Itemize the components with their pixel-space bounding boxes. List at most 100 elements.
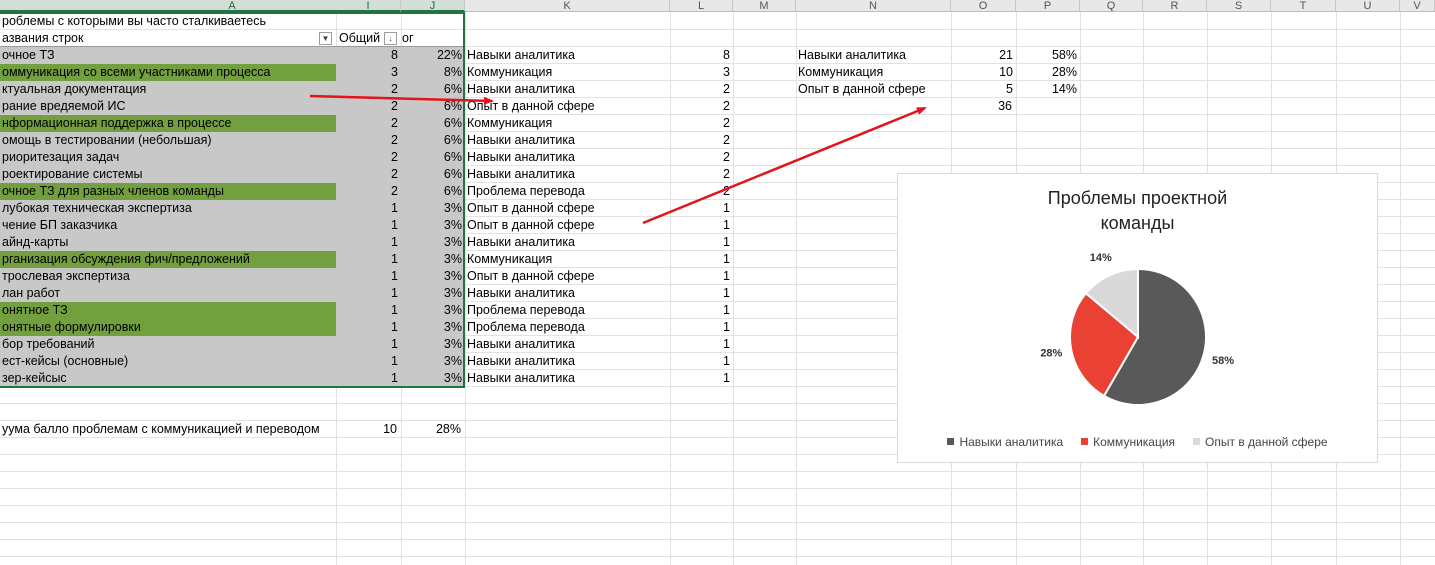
category-value[interactable]: 2 [670, 132, 733, 149]
pivot-row-pct[interactable]: 8% [401, 64, 465, 81]
category-label[interactable]: Опыт в данной сфере [465, 268, 670, 285]
legend-item[interactable]: Коммуникация [1081, 435, 1175, 449]
pivot-row-count[interactable]: 1 [336, 319, 401, 336]
column-header-m[interactable]: M [733, 0, 796, 12]
summary-pct[interactable]: 58% [1016, 47, 1080, 64]
category-label[interactable]: Коммуникация [465, 64, 670, 81]
category-value[interactable]: 1 [670, 336, 733, 353]
category-value[interactable]: 1 [670, 200, 733, 217]
pivot-row-pct[interactable]: 3% [401, 234, 465, 251]
category-value[interactable]: 1 [670, 268, 733, 285]
pivot-row-label[interactable]: онятное ТЗ [0, 302, 336, 319]
category-label[interactable]: Навыки аналитика [465, 336, 670, 353]
summary-count[interactable]: 10 [951, 64, 1016, 81]
column-header-u[interactable]: U [1336, 0, 1400, 12]
column-header-i[interactable]: I [336, 0, 401, 12]
pivot-row-label[interactable]: зер-кейсыс [0, 370, 336, 387]
footer-pct[interactable]: 28% [400, 421, 464, 438]
legend-item[interactable]: Опыт в данной сфере [1193, 435, 1328, 449]
pivot-row-pct[interactable]: 6% [401, 98, 465, 115]
category-label[interactable]: Проблема перевода [465, 183, 670, 200]
pivot-row-count[interactable]: 1 [336, 336, 401, 353]
summary-label[interactable]: Навыки аналитика [796, 47, 951, 64]
pivot-row-count[interactable]: 2 [336, 115, 401, 132]
legend-item[interactable]: Навыки аналитика [947, 435, 1063, 449]
category-label[interactable]: Навыки аналитика [465, 166, 670, 183]
pivot-row-label[interactable]: риоритезация задач [0, 149, 336, 166]
category-label[interactable]: Навыки аналитика [465, 353, 670, 370]
pivot-row-count[interactable]: 1 [336, 285, 401, 302]
pivot-row-label[interactable]: омощь в тестировании (небольшая) [0, 132, 336, 149]
category-value[interactable]: 2 [670, 166, 733, 183]
pivot-row-count[interactable]: 1 [336, 251, 401, 268]
footer-label[interactable]: уума балло проблемам с коммуникацией и п… [0, 421, 336, 438]
category-value[interactable]: 1 [670, 285, 733, 302]
pivot-row-pct[interactable]: 6% [401, 81, 465, 98]
category-value[interactable]: 3 [670, 64, 733, 81]
pivot-row-label[interactable]: чение БП заказчика [0, 217, 336, 234]
summary-pct[interactable]: 14% [1016, 81, 1080, 98]
pivot-row-count[interactable]: 1 [336, 302, 401, 319]
column-header-v[interactable]: V [1400, 0, 1435, 12]
pivot-row-count[interactable]: 2 [336, 81, 401, 98]
pivot-row-count[interactable]: 8 [336, 47, 401, 64]
pivot-row-count[interactable]: 2 [336, 166, 401, 183]
pivot-row-pct[interactable]: 3% [401, 251, 465, 268]
column-header-l[interactable]: L [670, 0, 733, 12]
pivot-row-label[interactable]: оммуникация со всеми участниками процесс… [0, 64, 336, 81]
column-header-s[interactable]: S [1207, 0, 1271, 12]
pivot-row-label[interactable]: очное ТЗ для разных членов команды [0, 183, 336, 200]
summary-label[interactable]: Коммуникация [796, 64, 951, 81]
pivot-row-label[interactable]: рганизация обсуждения фич/предложений [0, 251, 336, 268]
category-label[interactable]: Навыки аналитика [465, 370, 670, 387]
pivot-row-pct[interactable]: 3% [401, 302, 465, 319]
pivot-row-count[interactable]: 1 [336, 370, 401, 387]
category-value[interactable]: 1 [670, 353, 733, 370]
pivot-row-pct[interactable]: 6% [401, 166, 465, 183]
pivot-row-pct[interactable]: 3% [401, 217, 465, 234]
category-label[interactable]: Опыт в данной сфере [465, 98, 670, 115]
category-value[interactable]: 8 [670, 47, 733, 64]
column-header-q[interactable]: Q [1080, 0, 1143, 12]
filter-dropdown-icon[interactable]: ▼ [319, 32, 332, 45]
pivot-row-pct[interactable]: 3% [401, 200, 465, 217]
category-label[interactable]: Коммуникация [465, 115, 670, 132]
pivot-row-count[interactable]: 3 [336, 64, 401, 81]
pivot-row-pct[interactable]: 3% [401, 285, 465, 302]
category-label[interactable]: Навыки аналитика [465, 285, 670, 302]
pivot-row-label[interactable]: трослевая экспертиза [0, 268, 336, 285]
pivot-row-pct[interactable]: 3% [401, 336, 465, 353]
column-header-r[interactable]: R [1143, 0, 1207, 12]
column-header-j[interactable]: J [401, 0, 465, 12]
pivot-row-label[interactable]: лан работ [0, 285, 336, 302]
pivot-row-label[interactable]: ктуальная документация [0, 81, 336, 98]
pivot-row-count[interactable]: 2 [336, 149, 401, 166]
pivot-row-pct[interactable]: 3% [401, 319, 465, 336]
category-value[interactable]: 1 [670, 319, 733, 336]
pivot-row-label[interactable]: ест-кейсы (основные) [0, 353, 336, 370]
category-label[interactable]: Проблема перевода [465, 319, 670, 336]
category-label[interactable]: Коммуникация [465, 251, 670, 268]
category-value[interactable]: 1 [670, 370, 733, 387]
pivot-row-label[interactable]: рание вредяемой ИС [0, 98, 336, 115]
column-header-n[interactable]: N [796, 0, 951, 12]
pivot-row-pct[interactable]: 6% [401, 149, 465, 166]
summary-count[interactable]: 5 [951, 81, 1016, 98]
summary-count[interactable]: 21 [951, 47, 1016, 64]
pivot-row-label[interactable]: роектирование системы [0, 166, 336, 183]
category-label[interactable]: Проблема перевода [465, 302, 670, 319]
pivot-row-pct[interactable]: 3% [401, 353, 465, 370]
pivot-row-count[interactable]: 1 [336, 353, 401, 370]
category-label[interactable]: Навыки аналитика [465, 81, 670, 98]
pivot-row-labels-header[interactable]: азвания строк [0, 30, 336, 47]
category-value[interactable]: 2 [670, 81, 733, 98]
pivot-row-count[interactable]: 1 [336, 200, 401, 217]
category-label[interactable]: Опыт в данной сфере [465, 200, 670, 217]
column-header-t[interactable]: T [1271, 0, 1336, 12]
summary-total[interactable]: 36 [951, 98, 1015, 115]
category-value[interactable]: 1 [670, 234, 733, 251]
category-value[interactable]: 1 [670, 217, 733, 234]
pivot-row-count[interactable]: 1 [336, 217, 401, 234]
pivot-row-pct[interactable]: 6% [401, 132, 465, 149]
column-header-k[interactable]: K [465, 0, 670, 12]
